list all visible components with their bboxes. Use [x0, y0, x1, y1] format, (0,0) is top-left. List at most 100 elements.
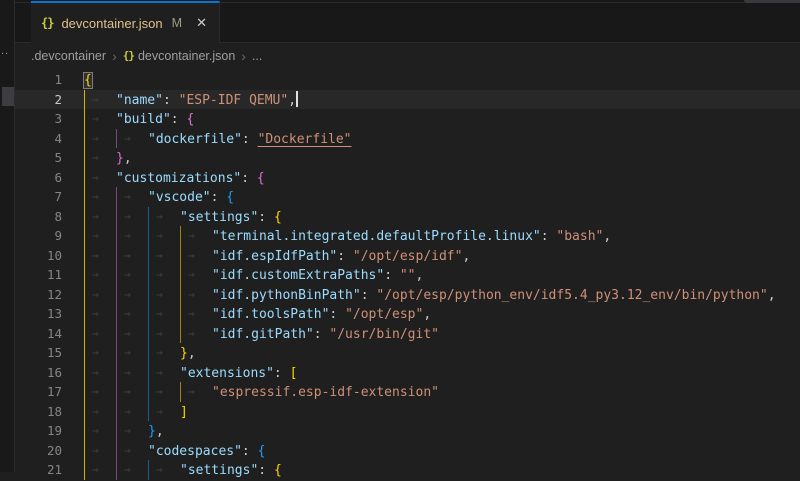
code-line[interactable]: 7→→"vscode": {: [15, 187, 800, 207]
line-number: 18: [15, 402, 62, 422]
sidebar-scrollbar-thumb[interactable]: [2, 87, 14, 106]
code-token: }: [180, 346, 188, 361]
breadcrumb-separator-icon: ›: [112, 49, 117, 63]
code-token: :: [384, 268, 400, 283]
code-token: :: [242, 444, 258, 459]
tab-whitespace-icon: →: [84, 285, 116, 305]
line-number: 17: [15, 382, 62, 402]
code-token: "bash": [556, 229, 603, 244]
tab-whitespace-icon: →: [84, 382, 116, 402]
tab-whitespace-icon: →: [84, 363, 116, 383]
text-cursor: [296, 91, 298, 107]
tab-whitespace-icon: →: [180, 246, 212, 266]
editor-tab-bar: {} devcontainer.json M ✕: [15, 0, 800, 43]
code-line[interactable]: 14→→→→"idf.gitPath": "/usr/bin/git": [15, 324, 800, 344]
code-line[interactable]: 1{: [15, 70, 800, 90]
tab-whitespace-icon: →: [116, 441, 148, 461]
tab-whitespace-icon: →: [84, 402, 116, 422]
sidebar-edge: ..: [0, 0, 15, 472]
code-token: "espressif.esp-idf-extension": [212, 385, 439, 400]
code-line[interactable]: 19→→},: [15, 421, 800, 441]
code-line[interactable]: 13→→→→"idf.toolsPath": "/opt/esp",: [15, 304, 800, 324]
code-token: ]: [180, 405, 188, 420]
code-line[interactable]: 8→→→"settings": {: [15, 207, 800, 227]
breadcrumb-item[interactable]: ...: [252, 49, 262, 63]
code-line[interactable]: 20→→"codespaces": {: [15, 441, 800, 461]
code-token: "idf.toolsPath": [212, 307, 329, 322]
code-token: "ESP-IDF QEMU": [179, 93, 289, 108]
tab-whitespace-icon: →: [84, 246, 116, 266]
tab-whitespace-icon: →: [116, 460, 148, 480]
tab-whitespace-icon: →: [84, 421, 116, 441]
line-number: 3: [15, 109, 62, 129]
tab-whitespace-icon: →: [148, 246, 180, 266]
code-token: "settings": [180, 210, 258, 225]
tab-whitespace-icon: →: [84, 187, 116, 207]
close-icon[interactable]: ✕: [196, 15, 207, 31]
code-token: "build": [116, 112, 171, 127]
breadcrumb-item[interactable]: {}devcontainer.json: [123, 49, 236, 63]
tab-whitespace-icon: →: [84, 265, 116, 285]
code-line[interactable]: 9→→→→"terminal.integrated.defaultProfile…: [15, 226, 800, 246]
code-token: "/usr/bin/git": [329, 327, 439, 342]
code-token: {: [257, 171, 265, 186]
tab-whitespace-icon: →: [84, 304, 116, 324]
code-line[interactable]: 2→"name": "ESP-IDF QEMU",: [15, 90, 800, 110]
tab-whitespace-icon: →: [116, 246, 148, 266]
code-token: {: [258, 444, 266, 459]
code-token: "codespaces": [148, 444, 242, 459]
code-line[interactable]: 18→→→]: [15, 402, 800, 422]
tab-whitespace-icon: →: [84, 441, 116, 461]
code-line[interactable]: 21→→→"settings": {: [15, 460, 800, 480]
code-line[interactable]: 3→"build": {: [15, 109, 800, 129]
code-line[interactable]: 17→→→→"espressif.esp-idf-extension": [15, 382, 800, 402]
line-number: 10: [15, 246, 62, 266]
code-token: "Dockerfile": [258, 132, 352, 147]
vscode-window: .. {} devcontainer.json M ✕ .devcontaine…: [0, 0, 800, 472]
code-line[interactable]: 12→→→→"idf.pythonBinPath": "/opt/esp/pyt…: [15, 285, 800, 305]
tab-whitespace-icon: →: [84, 460, 116, 480]
line-number: 5: [15, 148, 62, 168]
line-number: 7: [15, 187, 62, 207]
tab-whitespace-icon: →: [84, 343, 116, 363]
code-token: ,: [288, 93, 296, 108]
code-token: "idf.customExtraPaths": [212, 268, 384, 283]
line-number: 19: [15, 421, 62, 441]
tab-whitespace-icon: →: [180, 382, 212, 402]
code-token: "settings": [180, 463, 258, 478]
tab-whitespace-icon: →: [116, 129, 148, 149]
line-number: 6: [15, 168, 62, 188]
code-token: "idf.espIdfPath": [212, 249, 337, 264]
tab-whitespace-icon: →: [116, 382, 148, 402]
window-corner-decoration: [744, 0, 800, 3]
code-token: :: [314, 327, 330, 342]
tab-whitespace-icon: →: [148, 304, 180, 324]
breadcrumb-item[interactable]: .devcontainer: [31, 49, 106, 63]
code-token: "extensions": [180, 366, 274, 381]
code-token: "terminal.integrated.defaultProfile.linu…: [212, 229, 541, 244]
code-line[interactable]: 15→→→},: [15, 343, 800, 363]
tab-whitespace-icon: →: [148, 343, 180, 363]
editor-group: {} devcontainer.json M ✕ .devcontainer › {…: [15, 0, 800, 472]
line-number: 20: [15, 441, 62, 461]
tab-devcontainer-json[interactable]: {} devcontainer.json M ✕: [31, 1, 220, 43]
code-editor[interactable]: 1{2→"name": "ESP-IDF QEMU",3→"build": {4…: [15, 68, 800, 480]
code-line[interactable]: 6→"customizations": {: [15, 168, 800, 188]
code-line[interactable]: 16→→→"extensions": [: [15, 363, 800, 383]
sidebar-overflow-dots: ..: [1, 45, 9, 57]
tab-whitespace-icon: →: [148, 265, 180, 285]
code-token: :: [361, 288, 377, 303]
code-line[interactable]: 4→→"dockerfile": "Dockerfile": [15, 129, 800, 149]
code-line[interactable]: 5→},: [15, 148, 800, 168]
git-modified-badge: M: [172, 16, 182, 30]
tab-whitespace-icon: →: [116, 226, 148, 246]
code-line[interactable]: 11→→→→"idf.customExtraPaths": "",: [15, 265, 800, 285]
code-line[interactable]: 10→→→→"idf.espIdfPath": "/opt/esp/idf",: [15, 246, 800, 266]
tab-whitespace-icon: →: [180, 265, 212, 285]
code-token: :: [274, 366, 290, 381]
tab-whitespace-icon: →: [180, 285, 212, 305]
code-token: "/opt/esp/python_env/idf5.4_py3.12_env/b…: [376, 288, 767, 303]
code-token: "name": [116, 93, 163, 108]
code-token: "idf.gitPath": [212, 327, 314, 342]
tab-whitespace-icon: →: [116, 363, 148, 383]
